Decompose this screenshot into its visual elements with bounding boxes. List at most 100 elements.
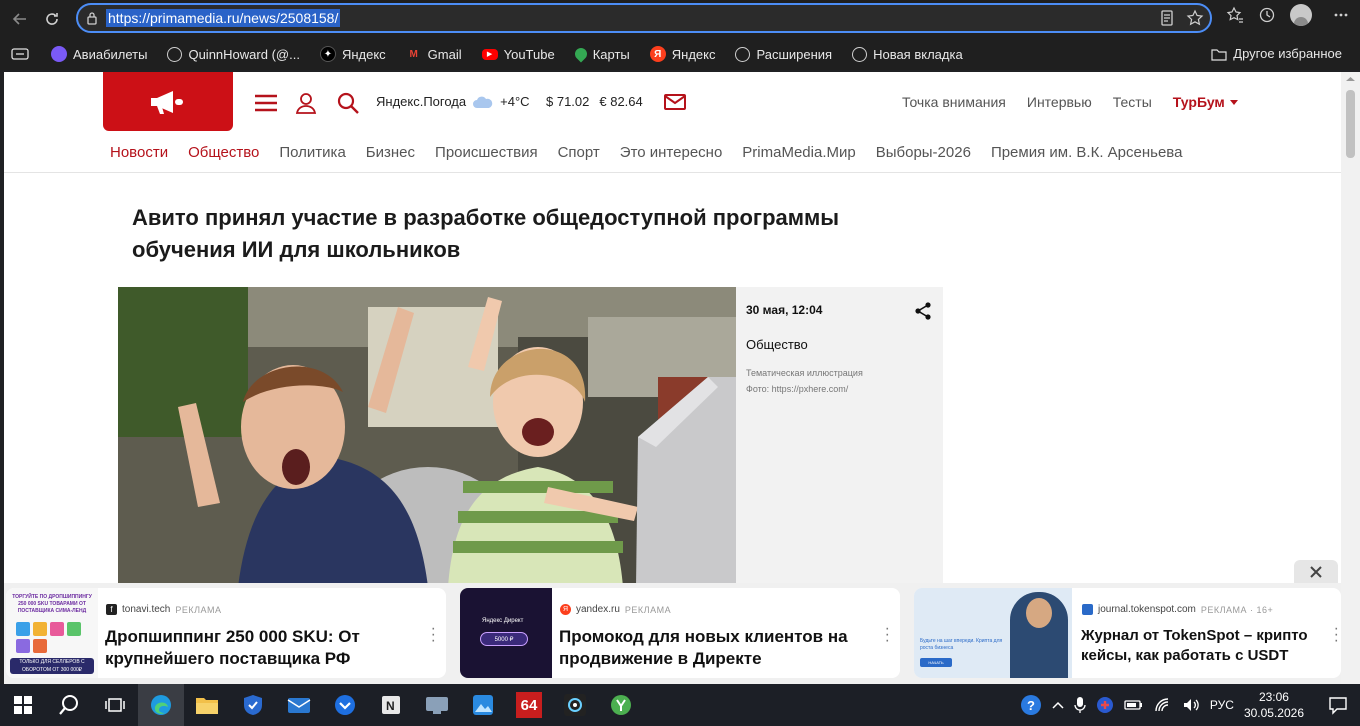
nav-news[interactable]: Новости	[110, 144, 168, 161]
taskbar-app-gray[interactable]	[414, 684, 460, 726]
bookmark-item[interactable]: Авиабилеты	[51, 46, 147, 62]
profile-avatar[interactable]	[1290, 4, 1312, 26]
bookmark-item[interactable]: M Gmail	[406, 46, 461, 62]
shield-icon	[244, 695, 262, 715]
article-meta-panel: 30 мая, 12:04 Общество Тематическая иллю…	[736, 287, 943, 587]
taskbar-photos[interactable]	[460, 684, 506, 726]
speaker-icon[interactable]	[1182, 697, 1200, 713]
edge-browser-icon	[151, 695, 171, 715]
start-button[interactable]	[0, 684, 46, 726]
battery-icon[interactable]	[1124, 697, 1144, 713]
ad-thumbnail: ТОРГУЙТЕ ПО ДРОПШИППИНГУ 250 000 SKU ТОВ…	[6, 588, 98, 678]
system-clock[interactable]: 23:06 30.05.2026	[1244, 689, 1304, 721]
nav-society[interactable]: Общество	[188, 144, 259, 161]
favorites-icon[interactable]	[1226, 6, 1244, 24]
wifi-icon[interactable]	[1154, 697, 1172, 713]
notification-icon[interactable]	[1328, 695, 1348, 715]
ad-title[interactable]: Дропшиппинг 250 000 SKU: От крупнейшего …	[105, 626, 415, 670]
back-button[interactable]	[4, 3, 36, 35]
taskbar-notepad[interactable]: N	[368, 684, 414, 726]
ad-more-icon[interactable]: · · ·	[1334, 621, 1339, 649]
nav-sport[interactable]: Спорт	[558, 144, 600, 161]
share-icon[interactable]	[913, 301, 933, 321]
reader-mode-icon[interactable]	[1158, 9, 1176, 27]
taskbar-security[interactable]	[230, 684, 276, 726]
ad-thumbnail: Будьте на шаг впереди. Крипта для роста …	[914, 588, 1072, 678]
taskbar-app-blue[interactable]	[322, 684, 368, 726]
bookmark-item[interactable]: Карты	[572, 45, 630, 63]
eur-rate: € 82.64	[599, 94, 643, 109]
browser-toolbar: https://primamedia.ru/news/2508158/	[0, 0, 1360, 38]
ad-card[interactable]: Будьте на шаг впереди. Крипта для роста …	[914, 588, 1341, 678]
nav-incidents[interactable]: Происшествия	[435, 144, 538, 161]
nav-politics[interactable]: Политика	[279, 144, 345, 161]
taskbar-mail[interactable]	[276, 684, 322, 726]
weather-widget[interactable]: Яндекс.Погода +4°C	[376, 94, 530, 109]
vpn-icon[interactable]	[1096, 696, 1114, 714]
collections-icon[interactable]	[11, 47, 29, 61]
cloud-icon	[473, 96, 493, 108]
bookmark-item[interactable]: Я Яндекс	[649, 46, 715, 62]
turbum-dropdown[interactable]: ТурБум	[1173, 94, 1239, 110]
taskbar-app-green[interactable]	[598, 684, 644, 726]
system-tray: ? РУС 23:06 30.05.2026	[1020, 684, 1348, 726]
ad-title[interactable]: Промокод для новых клиентов на продвижен…	[559, 626, 859, 670]
history-icon[interactable]	[1258, 6, 1276, 24]
scroll-up-icon[interactable]	[1341, 72, 1360, 86]
task-view-icon	[105, 698, 125, 712]
mail-icon[interactable]	[663, 92, 687, 112]
nav-elections[interactable]: Выборы-2026	[876, 144, 971, 161]
taskbar-search[interactable]	[46, 684, 92, 726]
yandex-icon: Я	[649, 46, 666, 62]
microphone-icon[interactable]	[1074, 696, 1086, 714]
ad-card[interactable]: ТОРГУЙТЕ ПО ДРОПШИППИНГУ 250 000 SKU ТОВ…	[6, 588, 446, 678]
scrollbar-thumb[interactable]	[1346, 90, 1355, 158]
star-favorite-icon[interactable]	[1186, 9, 1204, 27]
taskbar-file-explorer[interactable]	[184, 684, 230, 726]
more-menu-icon[interactable]	[1332, 6, 1350, 24]
article-photo[interactable]	[118, 287, 736, 587]
youtube-icon: ▶	[481, 48, 498, 60]
ad-more-icon[interactable]: · · ·	[431, 621, 436, 649]
link-tests[interactable]: Тесты	[1113, 94, 1152, 110]
hamburger-menu-icon[interactable]	[253, 92, 279, 114]
bookmark-item[interactable]: Новая вкладка	[852, 46, 963, 62]
taskbar-edge[interactable]	[138, 684, 184, 726]
bookmark-item[interactable]: Расширения	[735, 46, 832, 62]
input-language[interactable]: РУС	[1210, 698, 1234, 712]
link-focus-point[interactable]: Точка внимания	[902, 94, 1006, 110]
ad-source: Я yandex.ru РЕКЛАМА	[560, 604, 671, 615]
nav-primamedia-world[interactable]: PrimaMedia.Мир	[742, 144, 855, 161]
nav-arseniev-prize[interactable]: Премия им. В.К. Арсеньева	[991, 144, 1183, 161]
other-favorites[interactable]: Другое избранное	[1211, 46, 1342, 61]
ad-card[interactable]: Яндекс Директ 5000 ₽ Я yandex.ru РЕКЛАМА…	[460, 588, 900, 678]
nav-business[interactable]: Бизнес	[366, 144, 415, 161]
search-icon[interactable]	[337, 92, 361, 114]
site-logo[interactable]	[103, 72, 233, 131]
taskbar-app-game[interactable]	[552, 684, 598, 726]
ad-more-icon[interactable]: · · ·	[885, 621, 890, 649]
chevron-up-icon[interactable]	[1052, 700, 1064, 710]
refresh-button[interactable]	[36, 3, 68, 35]
taskbar-app-64[interactable]: 64	[506, 684, 552, 726]
yandex-icon: Я	[560, 604, 571, 615]
user-icon[interactable]	[294, 92, 318, 114]
ad-close-button[interactable]	[1294, 560, 1338, 584]
svg-text:?: ?	[1027, 698, 1035, 713]
bookmark-item[interactable]: ✦ Яндекс	[319, 46, 386, 62]
globe-icon	[167, 46, 183, 62]
help-icon[interactable]: ?	[1020, 694, 1042, 716]
task-view-button[interactable]	[92, 684, 138, 726]
bookmark-item[interactable]: QuinnHoward (@...	[167, 46, 300, 62]
currency-rates: $ 71.02 € 82.64	[546, 94, 643, 109]
nav-interesting[interactable]: Это интересно	[620, 144, 723, 161]
link-interview[interactable]: Интервью	[1027, 94, 1092, 110]
header-divider	[4, 172, 1341, 173]
ad-title[interactable]: Журнал от TokenSpot – крипто кейсы, как …	[1081, 626, 1321, 666]
page-scrollbar[interactable]	[1341, 72, 1360, 684]
article-rubric[interactable]: Общество	[746, 337, 808, 352]
url-text[interactable]: https://primamedia.ru/news/2508158/	[106, 9, 341, 27]
bookmark-item[interactable]: ▶ YouTube	[481, 46, 555, 62]
address-bar[interactable]: https://primamedia.ru/news/2508158/	[76, 3, 1212, 33]
chevron-down-circle-icon	[335, 695, 355, 715]
